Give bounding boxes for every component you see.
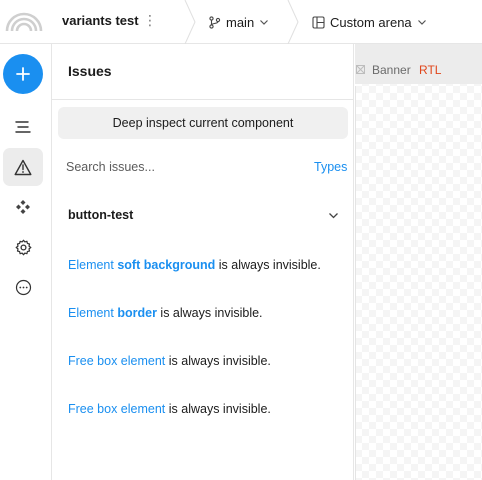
types-filter-button[interactable]: Types	[314, 160, 347, 174]
branch-name: main	[226, 14, 255, 30]
design-canvas[interactable]: Banner RTL	[355, 44, 482, 480]
breadcrumb-separator	[184, 0, 196, 44]
gear-icon	[15, 239, 31, 255]
issue-link[interactable]: Free box element	[68, 402, 165, 416]
arena-icon	[312, 15, 325, 29]
divider	[52, 99, 354, 100]
rtl-badge[interactable]: RTL	[419, 63, 441, 77]
rail-settings-button[interactable]	[3, 228, 43, 266]
panel-title: Issues	[68, 63, 112, 79]
left-rail	[0, 44, 52, 480]
close-icon[interactable]	[356, 65, 365, 74]
issue-link[interactable]: Element border	[68, 306, 157, 320]
frame-header: Banner RTL	[355, 44, 482, 84]
components-icon	[16, 200, 30, 214]
arena-selector[interactable]: Custom arena	[312, 12, 427, 32]
chevron-down-icon	[417, 20, 426, 25]
arena-name: Custom arena	[330, 14, 412, 30]
rail-outline-button[interactable]	[3, 108, 43, 146]
rail-issues-button[interactable]	[3, 148, 43, 186]
project-menu-icon[interactable]: ⋮	[143, 13, 157, 29]
issue-link[interactable]: Element soft background	[68, 258, 215, 272]
issues-panel: Issues Deep inspect current component Se…	[52, 44, 354, 480]
rail-components-button[interactable]	[3, 188, 43, 226]
warning-icon	[14, 159, 32, 175]
chevron-down-icon[interactable]	[328, 210, 339, 221]
issue-item: Element soft background is always invisi…	[68, 258, 321, 272]
breadcrumb-separator	[287, 0, 299, 44]
project-name[interactable]: variants test	[62, 13, 139, 28]
issue-item: Element border is always invisible.	[68, 306, 263, 320]
more-icon	[15, 279, 31, 295]
outline-icon	[15, 121, 31, 133]
add-button[interactable]	[3, 54, 43, 94]
issue-group-label[interactable]: button-test	[68, 208, 133, 222]
artboard-frame[interactable]	[355, 86, 482, 480]
branch-icon	[209, 15, 221, 29]
rail-more-button[interactable]	[3, 268, 43, 306]
issue-link[interactable]: Free box element	[68, 354, 165, 368]
deep-inspect-button[interactable]: Deep inspect current component	[58, 107, 348, 139]
logo-icon	[5, 12, 43, 31]
search-input[interactable]: Search issues...	[66, 160, 155, 174]
frame-name[interactable]: Banner	[372, 63, 411, 77]
issue-item: Free box element is always invisible.	[68, 402, 271, 416]
chevron-down-icon	[260, 20, 269, 25]
issue-item: Free box element is always invisible.	[68, 354, 271, 368]
branch-selector[interactable]: main	[208, 12, 269, 32]
plus-icon	[16, 67, 30, 81]
top-bar: variants test ⋮ main Custom arena	[0, 0, 482, 44]
